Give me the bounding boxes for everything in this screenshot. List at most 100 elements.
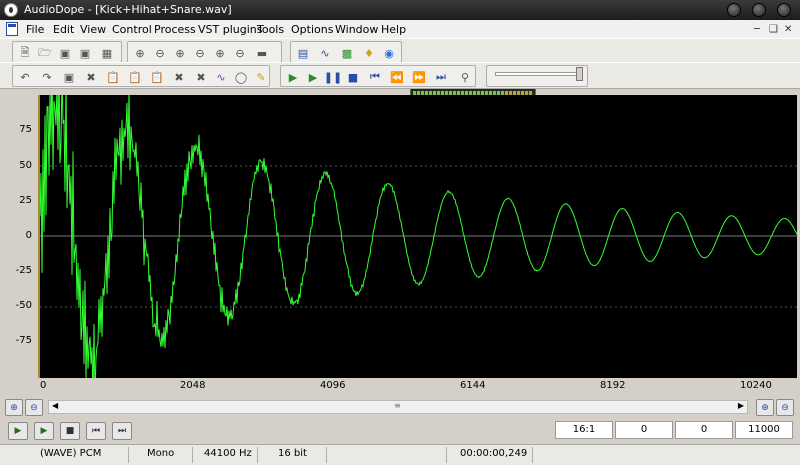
length-field[interactable]: 0 <box>675 421 733 439</box>
normalize-icon[interactable]: ∿ <box>213 69 229 85</box>
trim-icon[interactable]: ✖ <box>193 69 209 85</box>
status-format: (WAVE) PCM <box>40 448 102 459</box>
paste-mix-icon[interactable]: 📋 <box>127 69 143 85</box>
play-selection-icon[interactable]: ▶ <box>305 69 321 85</box>
main-toolbar: 🗎 🗁 ▣ ▣ ▦ ⊕ ⊖ ⊕ ⊖ ⊕ ⊖ ▬ ▤ ∿ ▩ ♦ ◉ <box>0 38 800 99</box>
volume-slider[interactable] <box>495 72 580 76</box>
title-bar: AudioDope - [Kick+Hihat+Snare.wav] <box>0 0 800 20</box>
scroll-left-icon[interactable]: ◀ <box>52 401 58 410</box>
window-title: AudioDope - [Kick+Hihat+Snare.wav] <box>24 3 232 16</box>
zoom-previous-icon[interactable]: ⊖ <box>192 45 208 61</box>
play-loop-button[interactable]: ▶ <box>34 422 54 440</box>
y-tick-label: 25 <box>19 195 32 206</box>
zoom-out-horizontal-icon[interactable]: ⊖ <box>25 399 43 416</box>
rewind-icon[interactable]: ⏪ <box>389 69 405 85</box>
mdi-minimize-icon[interactable]: ─ <box>754 24 760 35</box>
zoom-vertical-icon[interactable]: ⊖ <box>232 45 248 61</box>
zoom-out-icon[interactable]: ⊖ <box>152 45 168 61</box>
y-tick-label: 75 <box>19 124 32 135</box>
previous-button[interactable]: ⏮ <box>86 422 106 440</box>
fit-window-icon[interactable]: ▬ <box>254 45 270 61</box>
edit-toolbar-group: ↶ ↷ ▣ ✖ 📋 📋 📋 ✖ ✖ ∿ ◯ ✎ <box>12 65 270 87</box>
file-toolbar-group: 🗎 🗁 ▣ ▣ ▦ <box>12 41 122 63</box>
crop-icon[interactable]: ✖ <box>171 69 187 85</box>
copy-icon[interactable]: ▣ <box>61 69 77 85</box>
end-field[interactable]: 11000 <box>735 421 793 439</box>
maximize-button[interactable] <box>752 3 766 17</box>
zoom-selection-icon[interactable]: ⊕ <box>172 45 188 61</box>
edit-icon[interactable]: ✎ <box>253 69 269 85</box>
mdi-restore-icon[interactable]: ❑ <box>769 24 778 35</box>
zoom-in-vertical-icon[interactable]: ⊕ <box>756 399 774 416</box>
menu-control[interactable]: Control <box>112 23 152 36</box>
minimize-button[interactable] <box>727 3 741 17</box>
volume-toolbar-group <box>486 65 588 87</box>
waveform-panel: 75 50 25 0 -25 -50 -75 0 2048 4096 6144 … <box>5 95 797 391</box>
properties-icon[interactable]: ▦ <box>99 45 115 61</box>
info-icon[interactable]: ◉ <box>381 45 397 61</box>
status-bit-depth: 16 bit <box>278 448 307 459</box>
wave-view-icon[interactable]: ∿ <box>317 45 333 61</box>
scroll-thumb-grip[interactable]: ≡ <box>394 401 401 410</box>
go-start-icon[interactable]: ⏮ <box>367 69 383 85</box>
menu-tools[interactable]: Tools <box>257 23 284 36</box>
undo-icon[interactable]: ↶ <box>17 69 33 85</box>
delete-icon[interactable]: ✖ <box>83 69 99 85</box>
x-tick-label: 6144 <box>460 380 486 391</box>
x-tick-label: 10240 <box>740 380 772 391</box>
close-button[interactable] <box>777 3 791 17</box>
waveform-canvas[interactable] <box>40 95 797 378</box>
menu-process[interactable]: Process <box>154 23 196 36</box>
zoom-in-icon[interactable]: ⊕ <box>132 45 148 61</box>
document-icon[interactable] <box>6 22 18 36</box>
new-file-icon[interactable]: 🗎 <box>17 45 33 61</box>
menu-help[interactable]: Help <box>381 23 406 36</box>
open-file-icon[interactable]: 🗁 <box>37 45 53 61</box>
zoom-toolbar-group: ⊕ ⊖ ⊕ ⊖ ⊕ ⊖ ▬ <box>127 41 282 63</box>
y-tick-label: 50 <box>19 160 32 171</box>
horizontal-scrollbar[interactable]: ◀ ≡ ▶ <box>48 400 748 414</box>
edit-toolbar: ↶ ↷ ▣ ✖ 📋 📋 📋 ✖ ✖ ∿ ◯ ✎ ▶ ▶ ❚❚ ■ ⏮ ⏪ ⏩ ⏭… <box>0 62 800 89</box>
status-time: 00:00:00,249 <box>460 448 528 459</box>
record-icon[interactable]: ⚲ <box>457 69 473 85</box>
menu-window[interactable]: Window <box>335 23 378 36</box>
redo-icon[interactable]: ↷ <box>39 69 55 85</box>
pause-icon[interactable]: ❚❚ <box>324 69 342 85</box>
play-button[interactable]: ▶ <box>8 422 28 440</box>
x-tick-label: 8192 <box>600 380 626 391</box>
zoom-full-icon[interactable]: ⊕ <box>212 45 228 61</box>
start-field[interactable]: 0 <box>615 421 673 439</box>
stop-icon[interactable]: ■ <box>345 69 361 85</box>
paste-icon[interactable]: 📋 <box>105 69 121 85</box>
zoom-ratio-field[interactable]: 16:1 <box>555 421 613 439</box>
zoom-out-vertical-icon[interactable]: ⊖ <box>776 399 794 416</box>
status-channels: Mono <box>147 448 175 459</box>
menu-vst-plugins[interactable]: VST plugins <box>198 23 262 36</box>
markers-icon[interactable]: ♦ <box>361 45 377 61</box>
spectrum-icon[interactable]: ▤ <box>295 45 311 61</box>
y-tick-label: -25 <box>15 265 32 276</box>
zoom-in-horizontal-icon[interactable]: ⊕ <box>5 399 23 416</box>
menu-file[interactable]: File <box>26 23 44 36</box>
fast-forward-icon[interactable]: ⏩ <box>411 69 427 85</box>
y-tick-label: 0 <box>25 230 32 241</box>
analyzer-icon[interactable]: ▩ <box>339 45 355 61</box>
save-as-icon[interactable]: ▣ <box>77 45 93 61</box>
play-icon[interactable]: ▶ <box>285 69 301 85</box>
volume-slider-thumb[interactable] <box>576 67 583 81</box>
status-bar: (WAVE) PCM Mono 44100 Hz 16 bit 00:00:00… <box>0 444 800 465</box>
status-sample-rate: 44100 Hz <box>204 448 252 459</box>
waveform-display[interactable] <box>38 95 797 378</box>
menu-options[interactable]: Options <box>291 23 333 36</box>
menu-view[interactable]: View <box>80 23 106 36</box>
menu-edit[interactable]: Edit <box>53 23 74 36</box>
scroll-right-icon[interactable]: ▶ <box>738 401 744 410</box>
mdi-close-icon[interactable]: ✕ <box>784 24 792 35</box>
silence-icon[interactable]: ◯ <box>233 69 249 85</box>
paste-new-icon[interactable]: 📋 <box>149 69 165 85</box>
next-button[interactable]: ⏭ <box>112 422 132 440</box>
go-end-icon[interactable]: ⏭ <box>433 69 449 85</box>
stop-button[interactable]: ■ <box>60 422 80 440</box>
save-icon[interactable]: ▣ <box>57 45 73 61</box>
app-icon <box>4 3 18 17</box>
